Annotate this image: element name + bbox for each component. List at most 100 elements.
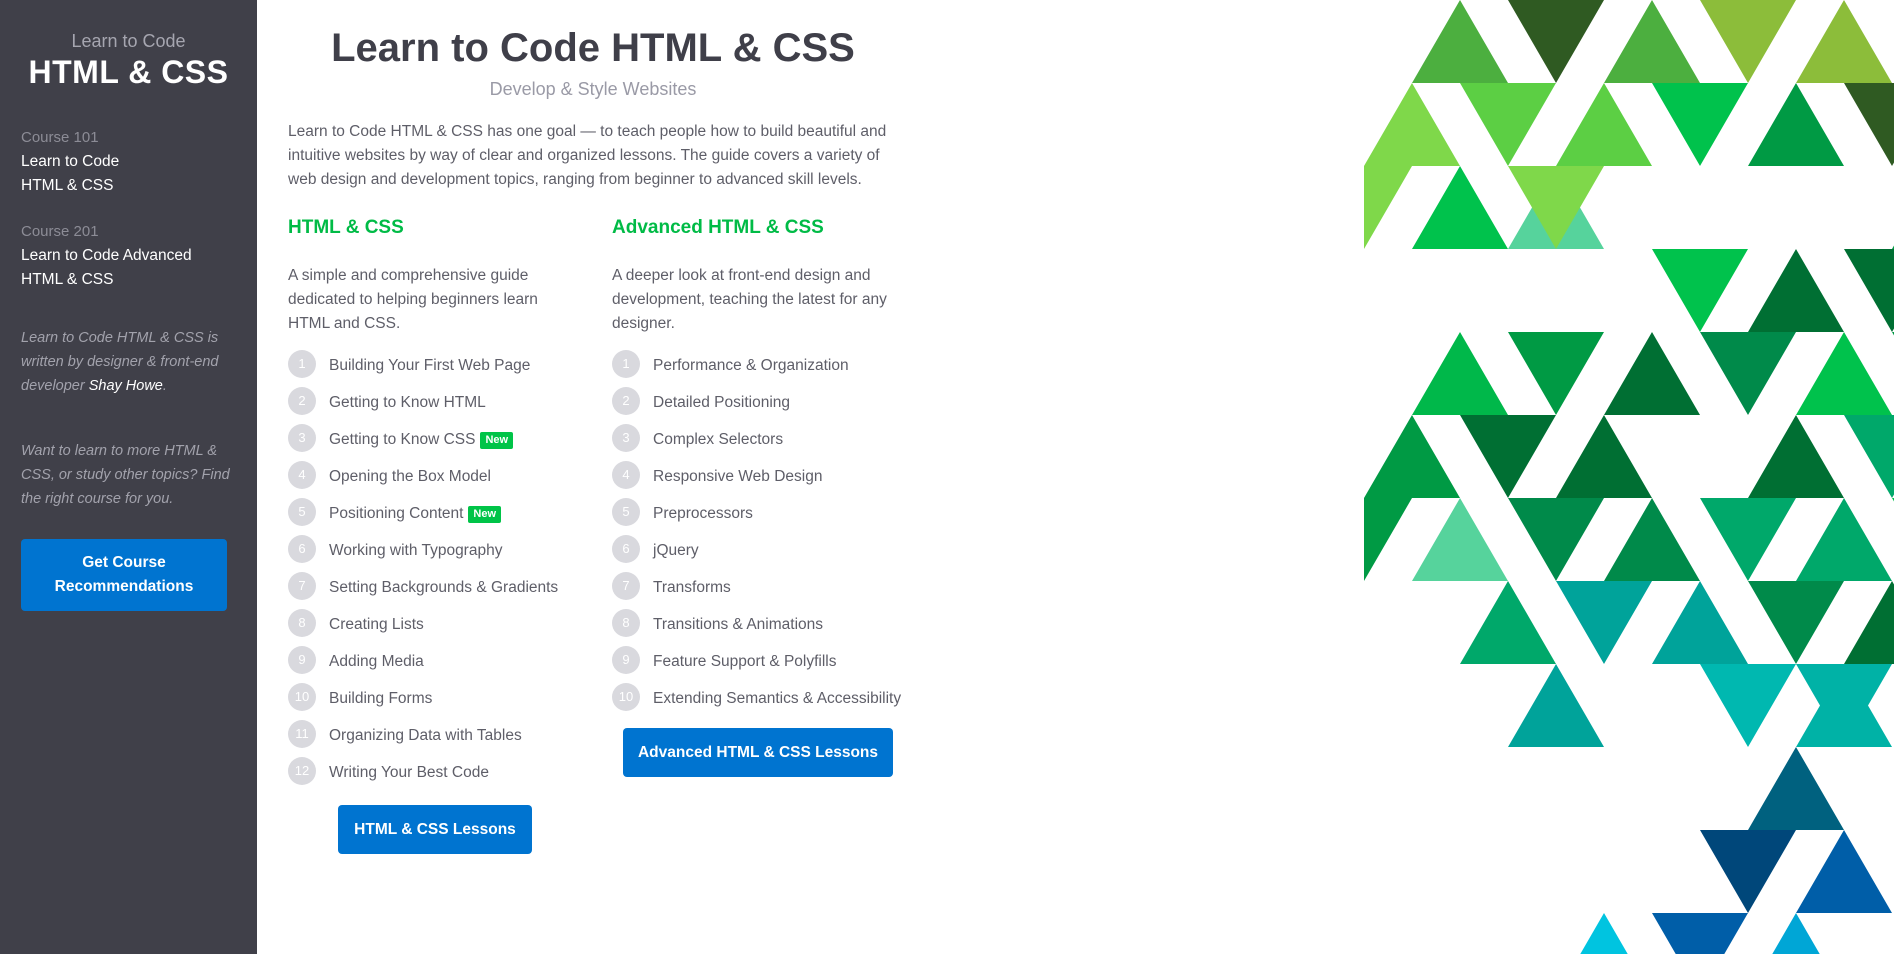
lesson-title[interactable]: Getting to Know HTML [329,389,486,415]
lesson-title[interactable]: Complex Selectors [653,426,783,452]
lesson-item[interactable]: 6 Working with Typography [288,535,573,565]
lesson-item[interactable]: 5 Positioning Content New [288,498,573,528]
lesson-item[interactable]: 8 Creating Lists [288,609,573,639]
lesson-title[interactable]: Creating Lists [329,611,424,637]
lesson-title[interactable]: Extending Semantics & Accessibility [653,685,901,711]
sidebar-course-101[interactable]: Course 101 Learn to Code HTML & CSS [21,126,236,198]
lesson-title[interactable]: Preprocessors [653,500,753,526]
course-columns: HTML & CSS A simple and comprehensive gu… [288,216,908,916]
lesson-number-badge: 4 [612,461,640,489]
lesson-title[interactable]: Setting Backgrounds & Gradients [329,574,558,600]
decorative-triangle [1460,581,1556,664]
decorative-triangle [1796,498,1892,581]
lesson-item[interactable]: 12 Writing Your Best Code [288,757,573,787]
lesson-item[interactable]: 5 Preprocessors [612,498,912,528]
lesson-title[interactable]: Organizing Data with Tables [329,722,522,748]
lesson-title[interactable]: Feature Support & Polyfills [653,648,837,674]
lesson-number-badge: 2 [288,387,316,415]
lesson-number-badge: 4 [288,461,316,489]
decorative-triangle [1796,332,1892,415]
lesson-item[interactable]: 6 jQuery [612,535,912,565]
sidebar-course-201[interactable]: Course 201 Learn to Code Advanced HTML &… [21,220,236,292]
course-number: Course 201 [21,223,99,240]
decorative-triangle [1412,0,1508,83]
lesson-item[interactable]: 3 Getting to Know CSS New [288,424,573,454]
course-basic-title[interactable]: HTML & CSS [288,216,573,240]
course-basic-lesson-list: 1 Building Your First Web Page 2 Getting to… [288,350,573,787]
lesson-title[interactable]: Working with Typography [329,537,502,563]
brand-subtitle: Learn to Code [71,31,186,51]
lesson-title[interactable]: Adding Media [329,648,424,674]
lesson-number-badge: 9 [612,646,640,674]
lesson-title[interactable]: Positioning Content [329,500,463,526]
lesson-item[interactable]: 7 Transforms [612,572,912,602]
get-course-recommendations-button[interactable]: Get Course Recommendations [21,539,227,611]
lesson-number-badge: 6 [612,535,640,563]
advanced-html-css-lessons-button[interactable]: Advanced HTML & CSS Lessons [623,728,893,777]
decorative-triangle [1844,581,1894,664]
main-content: Learn to Code HTML & CSS Develop & Style… [288,0,908,916]
lesson-title[interactable]: Building Your First Web Page [329,352,530,378]
lesson-number-badge: 5 [612,498,640,526]
course-basic-description: A simple and comprehensive guide dedicat… [288,267,538,332]
decorative-triangle [1364,415,1460,498]
lesson-title[interactable]: Performance & Organization [653,352,849,378]
html-css-lessons-button[interactable]: HTML & CSS Lessons [338,805,532,854]
decorative-triangle [1412,166,1508,249]
lesson-item[interactable]: 2 Getting to Know HTML [288,387,573,417]
decorative-triangle [1748,581,1844,664]
decorative-triangle [1364,166,1412,249]
lesson-title[interactable]: Transitions & Animations [653,611,823,637]
decorative-triangle [1796,830,1892,913]
lesson-item[interactable]: 3 Complex Selectors [612,424,912,454]
lesson-title[interactable]: Responsive Web Design [653,463,822,489]
lesson-item[interactable]: 8 Transitions & Animations [612,609,912,639]
lesson-title[interactable]: jQuery [653,537,699,563]
lesson-number-badge: 1 [612,350,640,378]
lesson-title[interactable]: Writing Your Best Code [329,759,489,785]
author-link[interactable]: Shay Howe [89,378,163,394]
lesson-number-badge: 6 [288,535,316,563]
course-title-line2: HTML & CSS [21,271,114,288]
lesson-number-badge: 1 [288,350,316,378]
author-note: Learn to Code HTML & CSS is written by d… [21,326,236,398]
lesson-title[interactable]: Detailed Positioning [653,389,790,415]
lesson-number-badge: 10 [288,683,316,711]
decorative-triangle [1796,0,1892,83]
page-subtitle: Develop & Style Websites [489,79,697,99]
lesson-title[interactable]: Opening the Box Model [329,463,491,489]
lesson-item[interactable]: 7 Setting Backgrounds & Gradients [288,572,573,602]
decorative-triangle [1556,83,1652,166]
sidebar-brand[interactable]: Learn to Code HTML & CSS [21,30,236,92]
lesson-title[interactable]: Building Forms [329,685,432,711]
lesson-item[interactable]: 2 Detailed Positioning [612,387,912,417]
lesson-item[interactable]: 1 Performance & Organization [612,350,912,380]
decorative-triangle [1580,913,1628,954]
decorative-triangle [1700,664,1796,747]
course-basic: HTML & CSS A simple and comprehensive gu… [288,216,573,854]
intro-paragraph: Learn to Code HTML & CSS has one goal — … [288,123,887,188]
course-title-line1: Learn to Code Advanced [21,247,192,264]
sidebar: Learn to Code HTML & CSS Course 101 Lear… [0,0,257,954]
decorative-triangle [1844,83,1894,166]
course-advanced-title[interactable]: Advanced HTML & CSS [612,216,912,240]
lesson-item[interactable]: 10 Building Forms [288,683,573,713]
author-note-end: . [162,378,167,394]
lesson-title[interactable]: Getting to Know CSS [329,426,475,452]
lesson-item[interactable]: 4 Responsive Web Design [612,461,912,491]
lesson-number-badge: 8 [612,609,640,637]
decorative-triangle [1604,498,1700,581]
lesson-item[interactable]: 4 Opening the Box Model [288,461,573,491]
lesson-item[interactable]: 9 Adding Media [288,646,573,676]
decorative-triangle [1460,83,1556,166]
lesson-item[interactable]: 1 Building Your First Web Page [288,350,573,380]
decorative-triangle [1508,498,1604,581]
lesson-number-badge: 7 [288,572,316,600]
lesson-item[interactable]: 9 Feature Support & Polyfills [612,646,912,676]
course-advanced: Advanced HTML & CSS A deeper look at fro… [612,216,912,777]
lesson-title[interactable]: Transforms [653,574,731,600]
lesson-item[interactable]: 11 Organizing Data with Tables [288,720,573,750]
lesson-item[interactable]: 10 Extending Semantics & Accessibility [612,683,912,713]
course-number: Course 101 [21,129,99,146]
decorative-triangle [1772,913,1820,954]
